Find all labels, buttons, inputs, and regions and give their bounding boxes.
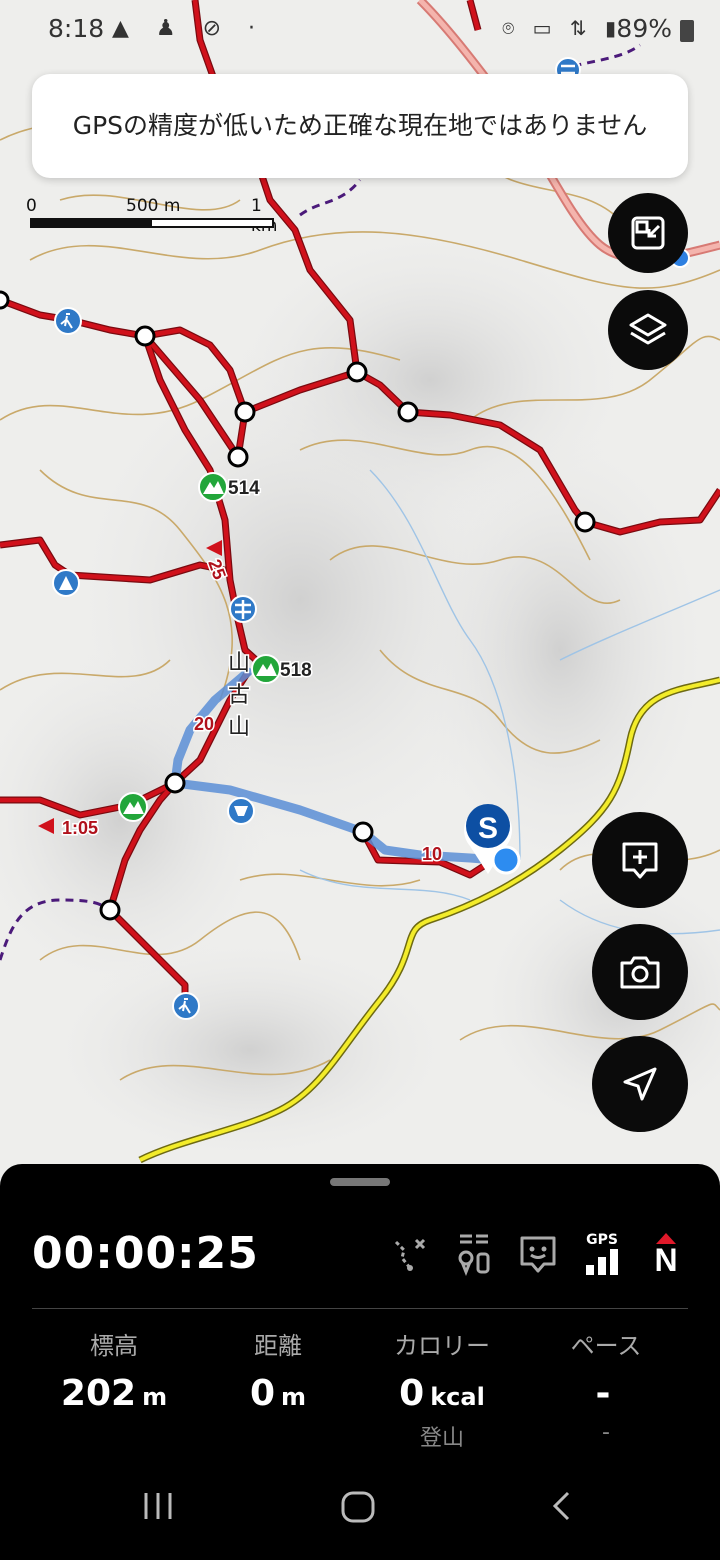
- current-location-dot: [491, 845, 521, 875]
- signpost-icon[interactable]: [229, 595, 257, 623]
- svg-text:S: S: [478, 812, 498, 845]
- panel-divider: [32, 1308, 688, 1309]
- peak-label: 514: [228, 478, 260, 499]
- viewpoint-icon[interactable]: [227, 797, 255, 825]
- stat-pace: ペース - -: [524, 1326, 688, 1445]
- waypoints-icon[interactable]: [450, 1230, 498, 1278]
- stat-label: ペース: [570, 1332, 642, 1360]
- stat-sublabel: 登山: [419, 1426, 464, 1451]
- stat-value: 0m: [249, 1373, 307, 1414]
- course-time-label: 1:05: [62, 818, 98, 838]
- stat-label: 標高: [90, 1332, 138, 1360]
- home-button[interactable]: [318, 1490, 398, 1533]
- stat-value: 0 kcal: [399, 1373, 485, 1414]
- scale-label-max: 1 km: [251, 196, 277, 236]
- course-time-label: 20: [194, 714, 214, 734]
- compass-icon[interactable]: N: [642, 1230, 690, 1278]
- locate-button[interactable]: [592, 1036, 688, 1132]
- scale-bar: 0 500 m 1 km: [26, 196, 286, 236]
- add-note-button[interactable]: [592, 812, 688, 908]
- add-note-icon: [622, 842, 658, 879]
- hiker-icon[interactable]: [172, 992, 200, 1020]
- course-time-label: 10: [422, 844, 442, 864]
- scale-label-zero: 0: [26, 196, 37, 216]
- navigation-icon: [623, 1067, 657, 1101]
- notification-icons: ▲ ♟ ⊘ ·: [112, 16, 266, 41]
- gps-label: GPS: [586, 1232, 618, 1248]
- recent-apps-icon: [144, 1493, 172, 1519]
- stat-value: -: [595, 1373, 611, 1414]
- peak-label: 518: [280, 660, 312, 681]
- stat-distance: 距離 0m: [196, 1326, 360, 1414]
- signal-icons: ⌾ ▭ ⇅ ▮: [502, 16, 622, 40]
- camera-button[interactable]: [592, 924, 688, 1020]
- clock: 8:18: [48, 14, 105, 43]
- back-icon: [552, 1491, 570, 1521]
- home-icon: [341, 1491, 375, 1523]
- stat-sublabel: -: [602, 1420, 610, 1445]
- compass-label: N: [654, 1242, 678, 1278]
- battery-level: 89%: [616, 14, 672, 43]
- toast-message: GPSの精度が低いため正確な現在地ではありません: [72, 111, 648, 140]
- status-bar: 8:18 ▲ ♟ ⊘ · ⌾ ▭ ⇅ ▮ 89%: [0, 0, 720, 60]
- camera-icon: [620, 956, 660, 989]
- hiker-icon[interactable]: [54, 307, 82, 335]
- mountain-name-char: 山: [228, 715, 250, 740]
- stat-label: 距離: [254, 1332, 302, 1360]
- recent-apps-button[interactable]: [118, 1490, 198, 1531]
- scale-label-mid: 500 m: [126, 196, 181, 216]
- hut-icon[interactable]: [52, 569, 80, 597]
- elapsed-timer: 00:00:25: [32, 1228, 259, 1279]
- layers-button[interactable]: [608, 290, 688, 370]
- system-nav-bar: [0, 1460, 720, 1560]
- layers-icon: [629, 313, 667, 345]
- companion-icon[interactable]: [514, 1230, 562, 1278]
- mountain-name-char: 古: [228, 683, 250, 708]
- peak-marker[interactable]: [118, 792, 148, 822]
- gps-signal-icon[interactable]: GPS: [578, 1230, 626, 1278]
- mountain-name-char: 山: [228, 651, 250, 676]
- map-view[interactable]: 514 518 山 古 山 25 20 1:05 10 S: [0, 0, 720, 1200]
- gps-accuracy-toast: GPSの精度が低いため正確な現在地ではありません: [32, 74, 688, 178]
- fullscreen-button[interactable]: [608, 193, 688, 273]
- back-button[interactable]: [522, 1490, 602, 1531]
- scale-bar-graphic: [30, 218, 274, 228]
- stat-label: カロリー: [394, 1332, 490, 1360]
- peak-marker[interactable]: [251, 654, 281, 684]
- stat-elevation: 標高 202 m: [32, 1326, 196, 1414]
- stat-calories: カロリー 0 kcal 登山: [360, 1326, 524, 1452]
- route-off-icon[interactable]: [386, 1230, 434, 1278]
- stat-value: 202 m: [60, 1373, 168, 1414]
- fullscreen-exit-icon: [631, 216, 665, 250]
- battery-icon: [680, 20, 694, 42]
- peak-marker[interactable]: [198, 472, 228, 502]
- drag-handle[interactable]: [330, 1178, 390, 1186]
